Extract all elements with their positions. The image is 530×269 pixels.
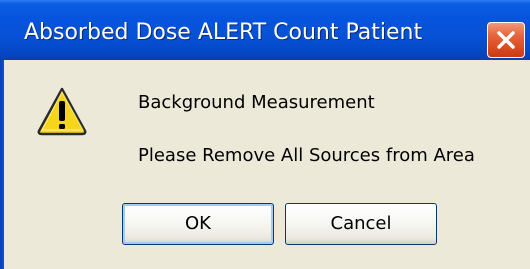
message-line-1: Background Measurement [138, 92, 375, 113]
dialog-title: Absorbed Dose ALERT Count Patient [24, 20, 423, 45]
ok-button[interactable]: OK [122, 203, 274, 245]
message-line-2: Please Remove All Sources from Area [138, 145, 475, 166]
warning-icon [37, 87, 87, 136]
window-frame-left [0, 60, 4, 269]
cancel-button[interactable]: Cancel [285, 203, 437, 245]
title-bar[interactable]: Absorbed Dose ALERT Count Patient [0, 0, 530, 60]
close-icon [497, 31, 515, 49]
alert-dialog: Absorbed Dose ALERT Count Patient Backgr… [0, 0, 530, 269]
close-button[interactable] [487, 22, 525, 58]
